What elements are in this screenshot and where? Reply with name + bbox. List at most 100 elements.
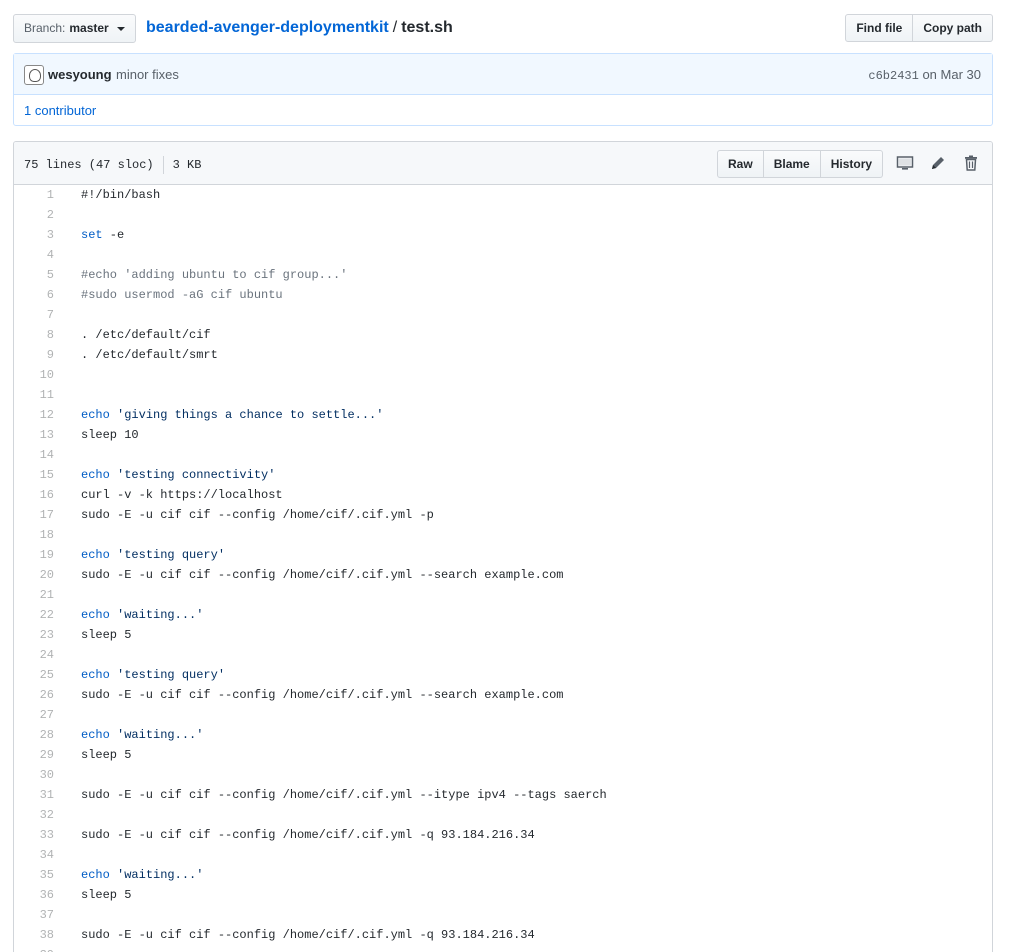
code-content: set -e <box>54 225 124 245</box>
code-text: sudo -E -u cif cif --config /home/cif/.c… <box>81 828 535 842</box>
line-number[interactable]: 29 <box>14 745 54 765</box>
line-number[interactable]: 38 <box>14 925 54 945</box>
code-line: 27 <box>14 705 992 725</box>
desktop-icon[interactable] <box>896 154 914 172</box>
line-number[interactable]: 1 <box>14 185 54 205</box>
code-string: 'waiting...' <box>109 868 204 882</box>
code-content: #echo 'adding ubuntu to cif group...' <box>54 265 347 285</box>
code-text: -e <box>102 228 125 242</box>
line-number[interactable]: 21 <box>14 585 54 605</box>
line-number[interactable]: 26 <box>14 685 54 705</box>
contributors-row: 1 contributor <box>14 95 992 126</box>
line-number[interactable]: 27 <box>14 705 54 725</box>
line-number[interactable]: 8 <box>14 325 54 345</box>
code-line: 37 <box>14 905 992 925</box>
code-line: 11 <box>14 385 992 405</box>
line-number[interactable]: 14 <box>14 445 54 465</box>
line-number[interactable]: 12 <box>14 405 54 425</box>
code-line: 20 sudo -E -u cif cif --config /home/cif/… <box>14 565 992 585</box>
branch-selector-button[interactable]: Branch: master <box>13 14 136 43</box>
code-string: 'waiting...' <box>109 608 204 622</box>
line-number[interactable]: 32 <box>14 805 54 825</box>
line-number[interactable]: 15 <box>14 465 54 485</box>
code-content: sudo -E -u cif cif --config /home/cif/.c… <box>54 565 563 585</box>
code-line: 34 <box>14 845 992 865</box>
code-content <box>54 525 81 545</box>
code-line: 7 <box>14 305 992 325</box>
line-number[interactable]: 19 <box>14 545 54 565</box>
line-number[interactable]: 2 <box>14 205 54 225</box>
line-number[interactable]: 39 <box>14 945 54 952</box>
line-number[interactable]: 3 <box>14 225 54 245</box>
line-number[interactable]: 37 <box>14 905 54 925</box>
line-number[interactable]: 36 <box>14 885 54 905</box>
line-number[interactable]: 31 <box>14 785 54 805</box>
avatar[interactable] <box>24 65 44 85</box>
copy-path-button[interactable]: Copy path <box>913 14 993 42</box>
trash-icon[interactable] <box>962 154 980 172</box>
line-number[interactable]: 13 <box>14 425 54 445</box>
code-keyword: echo <box>81 608 110 622</box>
line-number[interactable]: 9 <box>14 345 54 365</box>
history-button[interactable]: History <box>820 150 884 178</box>
line-number[interactable]: 10 <box>14 365 54 385</box>
code-text: sleep 10 <box>81 428 139 442</box>
commit-sha-link[interactable]: c6b2431 <box>868 69 918 83</box>
code-content: sudo -E -u cif cif --config /home/cif/.c… <box>54 925 535 945</box>
code-line: 30 <box>14 765 992 785</box>
code-line: 25 echo 'testing query' <box>14 665 992 685</box>
code-line: 4 <box>14 245 992 265</box>
line-number[interactable]: 30 <box>14 765 54 785</box>
line-number[interactable]: 28 <box>14 725 54 745</box>
code-line: 18 <box>14 525 992 545</box>
raw-button[interactable]: Raw <box>717 150 764 178</box>
code-line: 10 <box>14 365 992 385</box>
code-content: echo 'testing query' <box>54 665 225 685</box>
pencil-icon[interactable] <box>929 154 947 172</box>
file-info: 75 lines (47 sloc) 3 KB <box>24 156 201 174</box>
repo-link[interactable]: bearded-avenger-deploymentkit <box>146 19 389 36</box>
blame-button[interactable]: Blame <box>763 150 821 178</box>
line-number[interactable]: 24 <box>14 645 54 665</box>
line-number[interactable]: 33 <box>14 825 54 845</box>
code-content <box>54 945 81 952</box>
code-text: curl -v -k https://localhost <box>81 488 283 502</box>
line-number[interactable]: 11 <box>14 385 54 405</box>
line-number[interactable]: 25 <box>14 665 54 685</box>
line-number[interactable]: 17 <box>14 505 54 525</box>
line-number[interactable]: 6 <box>14 285 54 305</box>
caret-down-icon <box>116 26 125 31</box>
code-content <box>54 585 81 605</box>
code-line: 8 . /etc/default/cif <box>14 325 992 345</box>
line-number[interactable]: 34 <box>14 845 54 865</box>
code-string: 'waiting...' <box>109 728 204 742</box>
find-file-button[interactable]: Find file <box>845 14 914 42</box>
code-string: 'testing query' <box>109 668 226 682</box>
line-number[interactable]: 22 <box>14 605 54 625</box>
code-content: sleep 5 <box>54 745 131 765</box>
line-number[interactable]: 16 <box>14 485 54 505</box>
branch-label: Branch: <box>24 21 66 35</box>
line-number[interactable]: 20 <box>14 565 54 585</box>
commit-message-link[interactable]: minor fixes <box>116 67 179 82</box>
code-content: sleep 5 <box>54 625 131 645</box>
code-text: sudo -E -u cif cif --config /home/cif/.c… <box>81 928 535 942</box>
code-text: sudo -E -u cif cif --config /home/cif/.c… <box>81 568 564 582</box>
contributors-link[interactable]: 1 contributor <box>24 103 96 118</box>
code-content <box>54 205 81 225</box>
code-line: 17 sudo -E -u cif cif --config /home/cif/… <box>14 505 992 525</box>
code-line: 35 echo 'waiting...' <box>14 865 992 885</box>
code-line: 1 #!/bin/bash <box>14 185 992 205</box>
code-keyword: echo <box>81 728 110 742</box>
file-header: 75 lines (47 sloc) 3 KB Raw Blame Histor… <box>14 142 992 185</box>
commit-author-link[interactable]: wesyoung <box>48 67 112 82</box>
file-actions: Raw Blame History <box>717 150 884 178</box>
line-number[interactable]: 23 <box>14 625 54 645</box>
code-keyword: echo <box>81 408 110 422</box>
line-number[interactable]: 7 <box>14 305 54 325</box>
line-number[interactable]: 18 <box>14 525 54 545</box>
code-line: 36 sleep 5 <box>14 885 992 905</box>
line-number[interactable]: 5 <box>14 265 54 285</box>
line-number[interactable]: 4 <box>14 245 54 265</box>
line-number[interactable]: 35 <box>14 865 54 885</box>
